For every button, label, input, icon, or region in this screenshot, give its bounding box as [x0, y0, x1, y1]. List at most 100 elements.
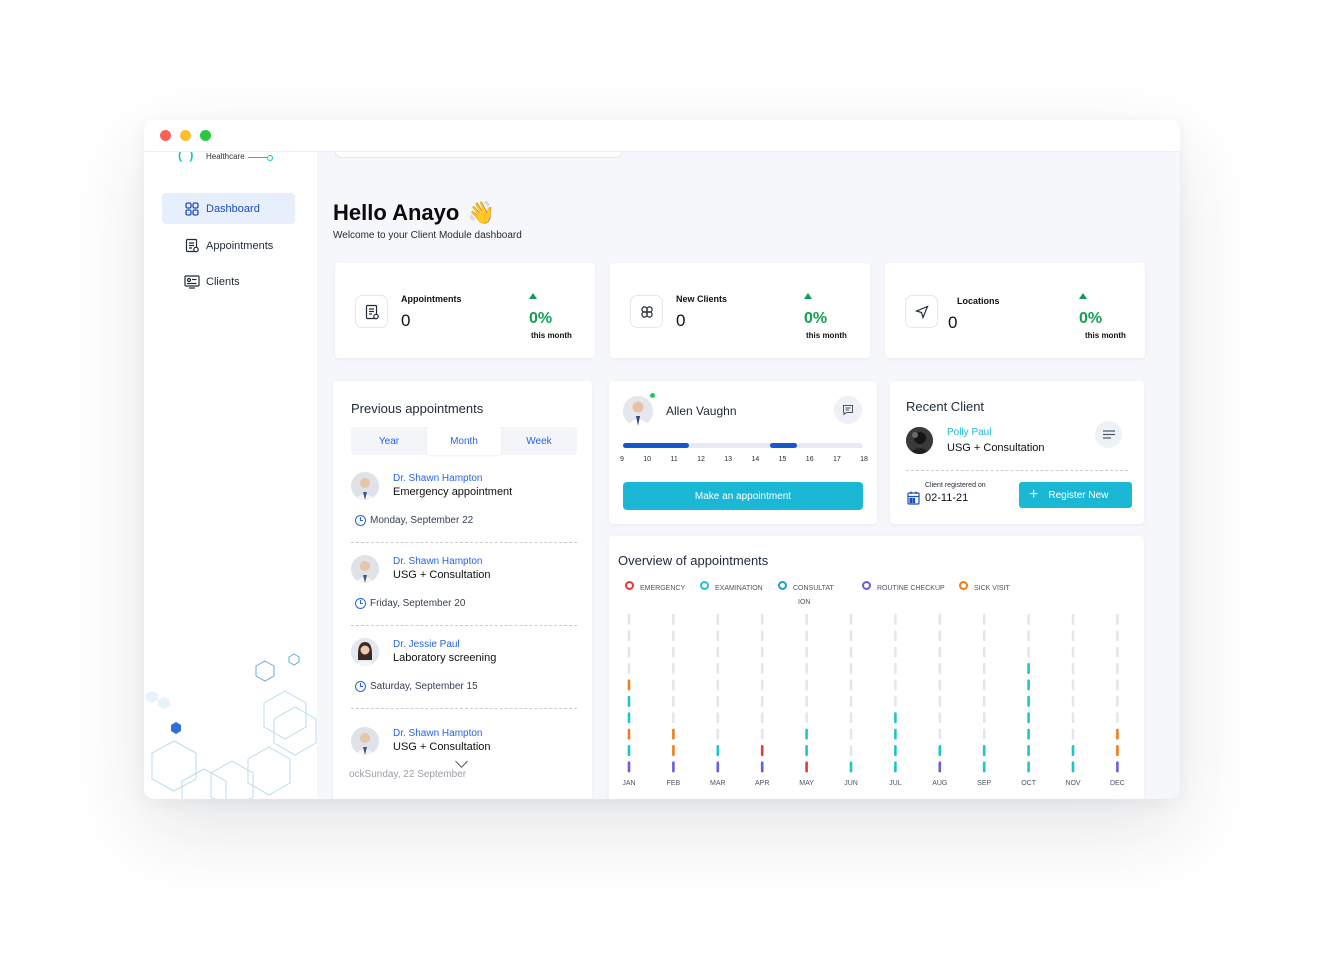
bar-segment-examination[interactable] — [1027, 761, 1030, 773]
bar-segment-empty — [849, 679, 853, 691]
bar-segment-routine[interactable] — [1116, 761, 1119, 773]
bar-segment-examination[interactable] — [805, 745, 808, 756]
bar-segment-examination[interactable] — [894, 728, 897, 740]
bar-segment-examination[interactable] — [1027, 695, 1030, 707]
bar-segment-empty — [805, 630, 808, 642]
bar-segment-examination[interactable] — [627, 745, 631, 756]
appointment-doctor[interactable]: Dr. Shawn Hampton — [393, 728, 483, 739]
bar-segment-empty — [982, 630, 986, 642]
bar-segment-examination[interactable] — [894, 761, 897, 773]
bar-segment-sick[interactable] — [627, 679, 631, 691]
bar-segment-empty — [849, 646, 853, 658]
bar-segment-examination[interactable] — [716, 745, 720, 756]
bar-segment-examination[interactable] — [982, 745, 986, 756]
appointment-doctor[interactable]: Dr. Shawn Hampton — [393, 473, 483, 484]
register-new-button[interactable]: + Register New — [1019, 482, 1132, 508]
bar-segment-examination[interactable] — [894, 745, 897, 756]
bar-segment-empty — [760, 630, 764, 642]
bar-segment-examination[interactable] — [1071, 761, 1075, 773]
slot-label: 16 — [805, 456, 814, 463]
previous-appointments-card: Previous appointments Year Month Week Dr… — [333, 381, 592, 799]
divider — [906, 470, 1128, 471]
bar-segment-empty — [894, 663, 897, 674]
bar-segment-sick[interactable] — [672, 745, 675, 756]
bar-segment-sick[interactable] — [627, 728, 631, 740]
tab-month[interactable]: Month — [427, 427, 501, 455]
legend-item-examination[interactable]: EXAMINATION — [700, 581, 763, 596]
bar-segment-emergency[interactable] — [805, 761, 808, 773]
make-appointment-button[interactable]: Make an appointment — [623, 482, 863, 510]
sidebar-item-label: Dashboard — [206, 202, 260, 215]
search-input[interactable] — [335, 152, 622, 158]
page-title: Hello Anayo 👋 — [333, 200, 495, 226]
close-window-button[interactable] — [160, 130, 171, 141]
client-avatar[interactable] — [906, 427, 933, 454]
bar-segment-examination[interactable] — [982, 761, 986, 773]
legend-label: SICK VISIT — [974, 585, 1010, 592]
bar-segment-sick[interactable] — [1116, 745, 1119, 756]
bar-segment-examination[interactable] — [1027, 728, 1030, 740]
bar-segment-examination[interactable] — [1027, 745, 1030, 756]
bar-segment-empty — [982, 646, 986, 658]
booked-slot-bar[interactable] — [770, 443, 797, 448]
period-tabs: Year Month Week — [351, 427, 577, 455]
bar-segment-routine[interactable] — [716, 761, 720, 773]
bar-segment-examination[interactable] — [1027, 679, 1030, 691]
bar-segment-examination[interactable] — [894, 712, 897, 724]
brand-logo[interactable]: ( ) Healthcare — [178, 152, 288, 166]
tab-week[interactable]: Week — [502, 427, 576, 455]
maximize-window-button[interactable] — [200, 130, 211, 141]
bar-segment-empty — [1116, 679, 1119, 691]
bar-segment-empty — [716, 728, 720, 740]
bar-segment-examination[interactable] — [849, 761, 853, 773]
client-name[interactable]: Polly Paul — [947, 427, 991, 438]
chat-button[interactable] — [834, 396, 862, 424]
legend-item-routine-checkup[interactable]: ROUTINE CHECKUP — [862, 581, 945, 596]
sidebar-item-appointments[interactable]: Appointments — [162, 230, 295, 261]
booked-slot-bar[interactable] — [623, 443, 689, 448]
stat-period: this month — [531, 331, 572, 340]
bar-segment-empty — [716, 679, 720, 691]
legend-ring-icon — [778, 581, 787, 590]
legend-item-sick-visit[interactable]: SICK VISIT — [959, 581, 1010, 596]
stat-change: 0% — [529, 310, 553, 327]
chevron-down-icon[interactable] — [455, 755, 468, 768]
month-tick-label: AUG — [932, 780, 948, 787]
bar-segment-routine[interactable] — [760, 761, 764, 773]
legend-label-line: CONSULTAT — [793, 585, 834, 592]
appointment-type: USG + Consultation — [393, 569, 491, 581]
sidebar-item-label: Appointments — [206, 239, 274, 252]
menu-button[interactable] — [1095, 421, 1122, 448]
appointment-doctor[interactable]: Dr. Jessie Paul — [393, 639, 460, 650]
minimize-window-button[interactable] — [180, 130, 191, 141]
bar-segment-examination[interactable] — [627, 695, 631, 707]
app-window: ( ) Healthcare Dashboard Appointments Cl… — [144, 120, 1180, 799]
bar-segment-examination[interactable] — [1027, 712, 1030, 724]
appointment-date: Friday, September 20 — [355, 598, 465, 609]
bar-segment-sick[interactable] — [672, 728, 675, 740]
appointment-type: USG + Consultation — [393, 741, 491, 753]
chat-icon — [843, 405, 853, 416]
bar-segment-routine[interactable] — [672, 761, 675, 773]
bar-segment-examination[interactable] — [1027, 663, 1030, 674]
legend-item-emergency[interactable]: EMERGENCY — [625, 581, 685, 596]
appointment-doctor[interactable]: Dr. Shawn Hampton — [393, 556, 483, 567]
bar-segment-examination[interactable] — [627, 712, 631, 724]
bar-segment-sick[interactable] — [1116, 728, 1119, 740]
legend-label: EXAMINATION — [715, 585, 763, 592]
bar-segment-examination[interactable] — [1071, 745, 1075, 756]
sidebar-item-dashboard[interactable]: Dashboard — [162, 193, 295, 224]
month-tick-label: DEC — [1110, 780, 1125, 787]
bar-segment-routine[interactable] — [627, 761, 631, 773]
bar-segment-empty — [849, 695, 853, 707]
recent-client-card: Recent Client Polly Paul USG + Consultat… — [890, 381, 1144, 524]
bar-segment-examination[interactable] — [805, 728, 808, 740]
bar-segment-examination[interactable] — [938, 745, 942, 756]
bar-segment-emergency[interactable] — [760, 745, 764, 756]
hexagon-decoration-icon — [146, 653, 317, 799]
doctor-avatar[interactable] — [623, 396, 653, 426]
bar-segment-routine[interactable] — [938, 761, 942, 773]
sidebar-item-clients[interactable]: Clients — [162, 266, 295, 297]
trend-up-icon — [804, 293, 812, 299]
tab-year[interactable]: Year — [352, 427, 426, 455]
